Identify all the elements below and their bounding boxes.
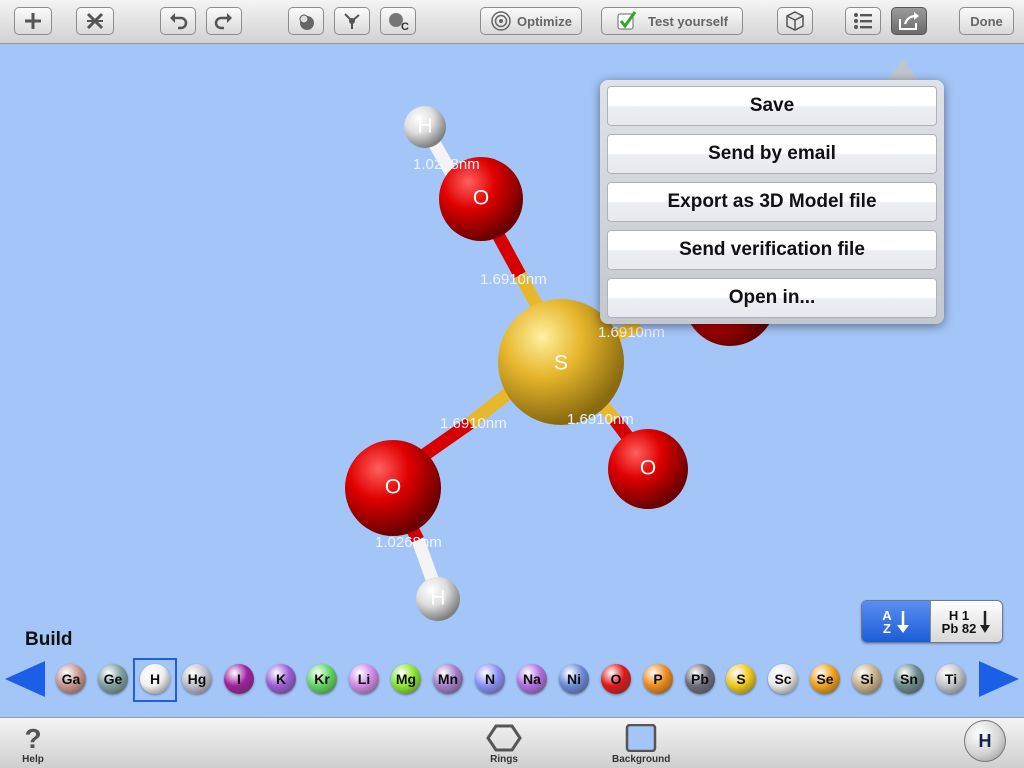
bond-length-label: 1.0268nm bbox=[375, 534, 442, 551]
test-yourself-label: Test yourself bbox=[648, 13, 728, 29]
atom-style-button[interactable] bbox=[288, 7, 324, 35]
sort-alphabetical-button[interactable]: A Z bbox=[862, 601, 930, 642]
done-button[interactable]: Done bbox=[959, 7, 1014, 35]
list-button[interactable] bbox=[845, 7, 881, 35]
element-p-button[interactable]: P bbox=[643, 664, 673, 694]
carbon-icon: C bbox=[389, 13, 409, 32]
square-swatch-icon bbox=[625, 724, 657, 752]
scroll-right-arrow[interactable] bbox=[979, 661, 1019, 697]
menu-item-send-by-email[interactable]: Send by email bbox=[607, 134, 937, 174]
menu-item-send-verification[interactable]: Send verification file bbox=[607, 230, 937, 270]
atom-label-o1: O bbox=[473, 187, 489, 210]
atom-label-h1: H bbox=[417, 115, 432, 138]
background-label: Background bbox=[612, 754, 671, 765]
element-h-button[interactable]: H bbox=[140, 664, 170, 694]
atom-label-o3: O bbox=[640, 457, 656, 480]
sort-num-top: H 1 bbox=[948, 607, 970, 623]
arrow-down-icon bbox=[896, 610, 909, 633]
element-si-button[interactable]: Si bbox=[852, 664, 882, 694]
help-button[interactable]: ? Help bbox=[20, 724, 46, 765]
top-toolbar: C Optimize Test yourself Done bbox=[0, 0, 1024, 44]
share-menu-popover: Save Send by email Export as 3D Model fi… bbox=[600, 80, 944, 324]
bond-length-label: 1.6910nm bbox=[567, 411, 634, 428]
undo-button[interactable] bbox=[160, 7, 196, 35]
carbon-button[interactable]: C bbox=[380, 7, 416, 35]
question-mark-icon: ? bbox=[24, 724, 41, 752]
element-sn-button[interactable]: Sn bbox=[894, 664, 924, 694]
delete-button[interactable] bbox=[76, 7, 114, 35]
sort-segmented-control: A Z H 1 Pb 82 bbox=[861, 600, 1003, 643]
element-o-button[interactable]: O bbox=[601, 664, 631, 694]
element-ga-button[interactable]: Ga bbox=[56, 664, 86, 694]
element-pb-button[interactable]: Pb bbox=[685, 664, 715, 694]
popover-arrow bbox=[887, 59, 919, 81]
cube-icon bbox=[786, 11, 804, 31]
optimize-label: Optimize bbox=[517, 13, 572, 29]
bond-length-label: 1.6910nm bbox=[440, 415, 507, 432]
target-icon bbox=[491, 11, 511, 31]
element-mg-button[interactable]: Mg bbox=[391, 664, 421, 694]
menu-item-open-in[interactable]: Open in... bbox=[607, 278, 937, 318]
element-ge-button[interactable]: Ge bbox=[98, 664, 128, 694]
sort-num-bottom: Pb 82 bbox=[941, 620, 977, 636]
test-yourself-button[interactable]: Test yourself bbox=[601, 7, 743, 35]
element-se-button[interactable]: Se bbox=[810, 664, 840, 694]
list-icon bbox=[854, 13, 872, 29]
redo-icon bbox=[214, 13, 232, 30]
optimize-button[interactable]: Optimize bbox=[480, 7, 582, 35]
svg-text:?: ? bbox=[24, 724, 41, 752]
share-button[interactable] bbox=[891, 7, 927, 35]
rings-label: Rings bbox=[490, 754, 518, 765]
background-button[interactable]: Background bbox=[612, 724, 670, 765]
element-hg-button[interactable]: Hg bbox=[182, 664, 212, 694]
element-mn-button[interactable]: Mn bbox=[433, 664, 463, 694]
sort-az-bottom: Z bbox=[883, 620, 891, 636]
atom-label-o2: O bbox=[385, 476, 401, 499]
element-kr-button[interactable]: Kr bbox=[307, 664, 337, 694]
bond-style-button[interactable] bbox=[334, 7, 370, 35]
element-k-button[interactable]: K bbox=[266, 664, 296, 694]
menu-item-export-3d-model[interactable]: Export as 3D Model file bbox=[607, 182, 937, 222]
share-icon bbox=[899, 12, 919, 30]
undo-icon bbox=[170, 13, 188, 30]
arrow-down-icon bbox=[980, 610, 991, 633]
redo-button[interactable] bbox=[206, 7, 242, 35]
atom-icon bbox=[299, 14, 314, 30]
scroll-left-arrow[interactable] bbox=[5, 661, 45, 697]
menu-item-save[interactable]: Save bbox=[607, 86, 937, 126]
current-element-button[interactable]: H bbox=[964, 720, 1006, 762]
element-ni-button[interactable]: Ni bbox=[559, 664, 589, 694]
element-n-button[interactable]: N bbox=[475, 664, 505, 694]
svg-text:C: C bbox=[401, 21, 409, 32]
element-i-button[interactable]: I bbox=[224, 664, 254, 694]
hexagon-icon bbox=[486, 724, 522, 752]
bottom-toolbar: ? Help Rings Background bbox=[0, 717, 1024, 768]
build-label: Build bbox=[25, 629, 73, 650]
help-label: Help bbox=[22, 754, 44, 765]
bond-icon bbox=[344, 13, 360, 29]
cross-icon bbox=[86, 12, 104, 30]
bond-length-label: 1.6910nm bbox=[480, 271, 547, 288]
sort-atomic-number-button[interactable]: H 1 Pb 82 bbox=[930, 601, 1002, 642]
rings-button[interactable]: Rings bbox=[486, 724, 522, 765]
element-s-button[interactable]: S bbox=[726, 664, 756, 694]
3d-model-button[interactable] bbox=[777, 7, 813, 35]
checkbox-checked-icon bbox=[617, 11, 637, 30]
element-sc-button[interactable]: Sc bbox=[768, 664, 798, 694]
done-label: Done bbox=[970, 13, 1003, 29]
plus-icon bbox=[25, 13, 41, 29]
sort-az-top: A bbox=[882, 607, 892, 623]
element-li-button[interactable]: Li bbox=[349, 664, 379, 694]
bond-length-label: 1.6910nm bbox=[598, 324, 665, 341]
atom-label-h2: H bbox=[430, 587, 445, 610]
add-button[interactable] bbox=[14, 7, 52, 35]
element-ti-button[interactable]: Ti bbox=[936, 664, 966, 694]
bond-length-label: 1.0268nm bbox=[413, 156, 480, 173]
atom-label-s: S bbox=[554, 352, 568, 375]
element-na-button[interactable]: Na bbox=[517, 664, 547, 694]
